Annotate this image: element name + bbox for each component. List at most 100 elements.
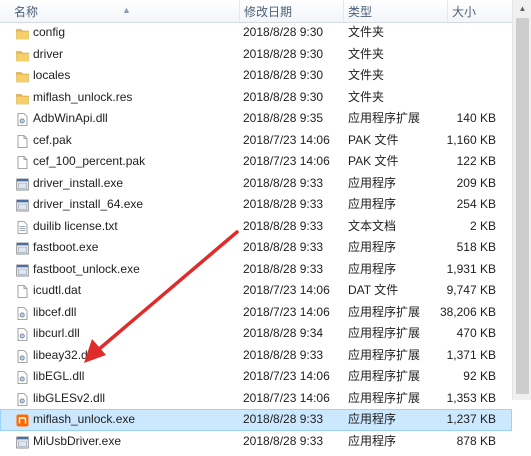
file-date: 2018/8/28 9:34 [243,326,324,340]
file-size: 209 KB [456,175,496,190]
column-date[interactable]: 修改日期 [239,0,343,22]
file-size: 1,371 KB [446,347,496,362]
file-name: libcurl.dll [33,326,80,340]
file-date: 2018/8/28 9:30 [243,25,324,39]
file-row[interactable]: miflash_unlock.exe 2018/8/28 9:33 应用程序 1,23… [0,409,512,431]
file-name: libcef.dll [33,304,77,319]
file-date: 2018/8/28 9:33 [243,175,324,190]
file-row[interactable]: config 2018/8/28 9:30 文件夹 [0,22,512,44]
file-type: 应用程序扩展 [348,111,421,125]
file-type: 应用程序 [348,240,397,254]
file-type: PAK 文件 [348,154,399,168]
column-name[interactable]: 名称 ▲ [0,0,239,22]
column-size[interactable]: 大小 [447,0,512,22]
file-name: config [33,25,66,39]
file-type: 应用程序 [348,175,397,190]
file-icon [16,284,29,298]
file-name: driver_install.exe [33,175,124,190]
file-size: 1,160 KB [446,132,496,147]
file-date: 2018/8/28 9:33 [243,197,324,211]
file-date: 2018/8/28 9:30 [243,46,324,61]
file-size: 38,206 KB [439,304,496,319]
file-size: 1,931 KB [446,261,496,276]
file-type: PAK 文件 [348,132,399,147]
exe-icon [16,198,29,212]
file-row[interactable]: duilib license.txt 2018/8/28 9:33 文本文档 2 KB [0,216,512,238]
file-name: cef.pak [33,132,72,147]
file-row[interactable]: locales 2018/8/28 9:30 文件夹 [0,65,512,87]
scroll-up-icon[interactable]: ▲ [513,0,531,17]
text-file-icon [16,220,29,234]
file-row[interactable]: MiUsbDriver.exe 2018/8/28 9:33 应用程序 878 KB [0,431,512,453]
column-date-label: 修改日期 [244,5,293,19]
column-type-label: 类型 [348,5,373,19]
sort-up-icon: ▲ [122,5,131,15]
file-date: 2018/7/23 14:06 [243,154,330,168]
file-row[interactable]: driver_install.exe 2018/8/28 9:33 应用程序 209 … [0,173,512,195]
file-date: 2018/8/28 9:33 [243,218,324,233]
exe-icon [16,241,29,255]
file-row[interactable]: fastboot.exe 2018/8/28 9:33 应用程序 518 KB [0,237,512,259]
file-date: 2018/8/28 9:33 [243,240,324,254]
file-row[interactable]: libeay32.dll 2018/8/28 9:33 应用程序扩展 1,371 KB [0,345,512,367]
file-name: driver [33,46,64,61]
dll-icon [16,349,29,363]
exe-icon [16,435,29,448]
file-date: 2018/8/28 9:30 [243,89,324,104]
file-row[interactable]: libcef.dll 2018/7/23 14:06 应用程序扩展 38,206 KB [0,302,512,324]
file-row[interactable]: libGLESv2.dll 2018/7/23 14:06 应用程序扩展 1,353 … [0,388,512,410]
folder-icon [16,91,29,104]
file-name: miflash_unlock.exe [33,412,136,426]
scrollbar-thumb[interactable] [516,18,529,394]
file-type: 文件夹 [348,46,385,61]
file-type: 应用程序扩展 [348,369,421,383]
file-row[interactable]: AdbWinApi.dll 2018/8/28 9:35 应用程序扩展 140 KB [0,108,512,130]
file-type: 应用程序扩展 [348,304,421,319]
file-name: libeay32.dll [33,347,94,362]
file-row[interactable]: miflash_unlock.res 2018/8/28 9:30 文件夹 [0,87,512,109]
dll-icon [16,370,29,384]
column-header: 名称 ▲ 修改日期 类型 大小 [0,0,531,23]
file-name: libGLESv2.dll [33,390,106,405]
file-date: 2018/7/23 14:06 [243,390,330,405]
file-row[interactable]: libcurl.dll 2018/8/28 9:34 应用程序扩展 470 KB [0,323,512,345]
file-row[interactable]: driver_install_64.exe 2018/8/28 9:33 应用程序 2… [0,194,512,216]
column-size-label: 大小 [452,5,477,19]
file-size: 470 KB [456,326,496,340]
folder-icon [16,26,29,40]
file-date: 2018/8/28 9:33 [243,433,324,448]
folder-icon [16,48,29,61]
file-list: config 2018/8/28 9:30 文件夹 driver 2018/8/28 9… [0,22,512,452]
file-date: 2018/8/28 9:33 [243,261,324,276]
file-size: 254 KB [456,197,496,211]
file-type: 文本文档 [348,218,397,233]
file-type: 应用程序 [348,412,397,426]
file-name: fastboot_unlock.exe [33,261,140,276]
file-row[interactable]: fastboot_unlock.exe 2018/8/28 9:33 应用程序 1,9… [0,259,512,281]
file-date: 2018/8/28 9:33 [243,347,324,362]
file-type: 应用程序扩展 [348,326,421,340]
file-type: 应用程序 [348,197,397,211]
file-name: AdbWinApi.dll [33,111,108,125]
dll-icon [16,306,29,320]
app-icon [16,413,29,427]
file-row[interactable]: libEGL.dll 2018/7/23 14:06 应用程序扩展 92 KB [0,366,512,388]
file-row[interactable]: cef.pak 2018/7/23 14:06 PAK 文件 1,160 KB [0,130,512,152]
file-row[interactable]: cef_100_percent.pak 2018/7/23 14:06 PAK 文件… [0,151,512,173]
file-row[interactable]: driver 2018/8/28 9:30 文件夹 [0,44,512,66]
column-type[interactable]: 类型 [343,0,447,22]
exe-icon [16,263,29,276]
file-date: 2018/8/28 9:35 [243,111,324,125]
vertical-scrollbar[interactable]: ▲ [512,0,531,400]
file-type: 应用程序扩展 [348,347,421,362]
file-type: 文件夹 [348,25,385,39]
file-size: 1,237 KB [446,412,496,426]
file-type: 应用程序 [348,261,397,276]
file-date: 2018/7/23 14:06 [243,283,330,297]
file-date: 2018/8/28 9:30 [243,68,324,82]
dll-icon [16,392,29,406]
file-type: 文件夹 [348,68,385,82]
file-row[interactable]: icudtl.dat 2018/7/23 14:06 DAT 文件 9,747 KB [0,280,512,302]
file-size: 122 KB [456,154,496,168]
file-icon [16,155,29,169]
